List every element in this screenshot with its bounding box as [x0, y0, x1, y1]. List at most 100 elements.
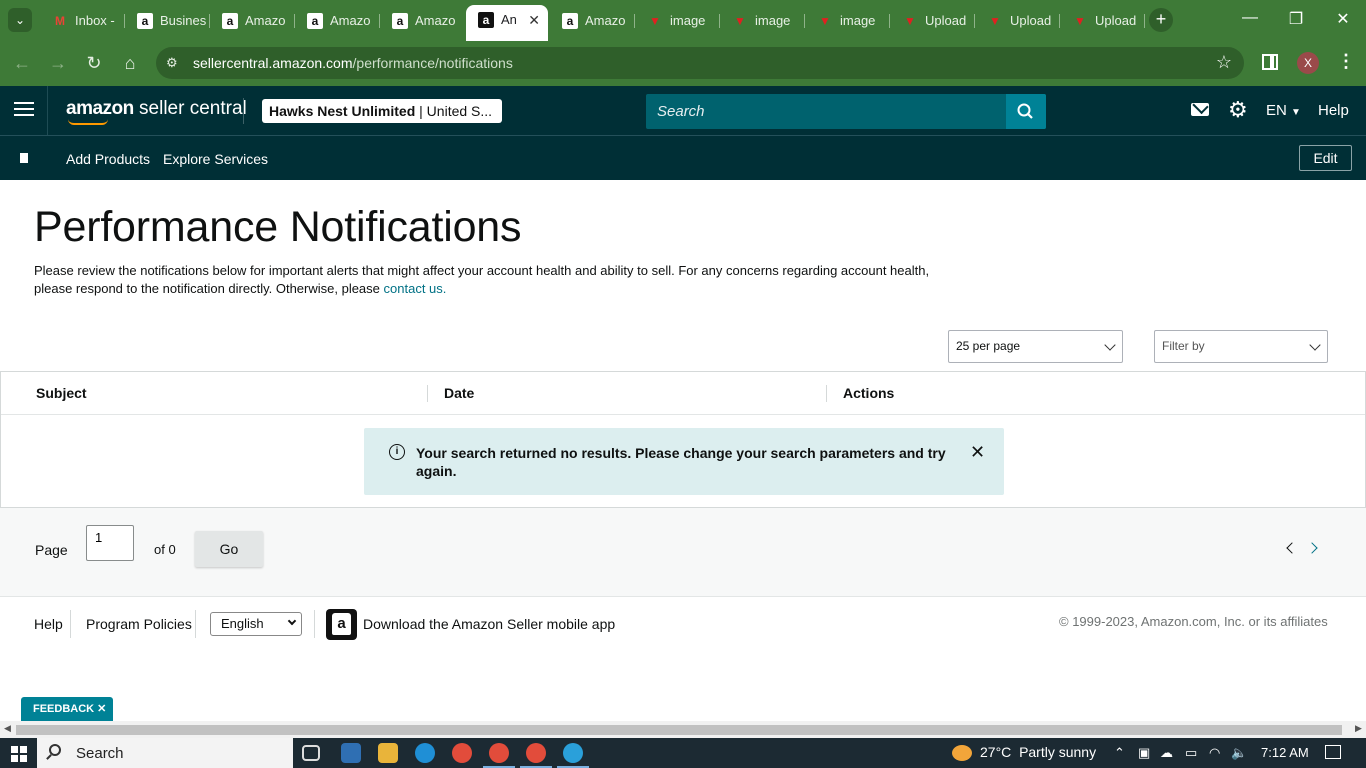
- tab-amazon[interactable]: a Amazo: [295, 6, 380, 35]
- chrome-icon[interactable]: [452, 743, 472, 763]
- mail-icon[interactable]: [1191, 103, 1209, 116]
- caret-down-icon: ▼: [1291, 107, 1301, 118]
- chrome-icon[interactable]: [520, 743, 552, 768]
- tab-upload[interactable]: ▼ image: [635, 6, 720, 35]
- horizontal-scrollbar[interactable]: ◀ ▶: [0, 721, 1366, 738]
- side-panel-icon[interactable]: [1262, 54, 1278, 70]
- browser-menu-icon[interactable]: ⋮: [1337, 51, 1355, 72]
- tab-upload[interactable]: ▼ Upload: [1060, 6, 1145, 35]
- hamburger-menu-icon[interactable]: [14, 102, 34, 118]
- weather-widget[interactable]: 27°C Partly sunny: [952, 744, 1096, 762]
- close-alert-icon[interactable]: ✕: [970, 442, 985, 463]
- download-app-link[interactable]: Download the Amazon Seller mobile app: [363, 616, 615, 632]
- bookmark-icon[interactable]: [20, 153, 28, 166]
- windows-start-icon[interactable]: [11, 746, 27, 762]
- tab-amazon[interactable]: a Busines: [125, 6, 210, 35]
- profile-avatar[interactable]: X: [1297, 52, 1319, 74]
- chevron-down-icon: [287, 616, 297, 626]
- close-window-icon[interactable]: ✕: [1331, 9, 1355, 29]
- taskbar-search[interactable]: Search: [37, 738, 293, 768]
- notification-icon[interactable]: [1325, 745, 1341, 759]
- chrome-icon[interactable]: [483, 743, 515, 768]
- upload-icon: ▼: [989, 14, 1001, 28]
- reload-icon[interactable]: ↻: [82, 51, 106, 75]
- store-selector[interactable]: Hawks Nest Unlimited | United S...: [262, 99, 502, 123]
- file-explorer-icon[interactable]: [378, 743, 398, 763]
- tab-label: Upload: [1095, 13, 1137, 28]
- tab-upload[interactable]: ▼ image: [720, 6, 805, 35]
- upload-icon: ▼: [904, 14, 916, 28]
- language-selector[interactable]: EN ▼: [1266, 102, 1301, 119]
- microsoft-store-icon[interactable]: [341, 743, 361, 763]
- new-tab-button[interactable]: +: [1149, 8, 1173, 32]
- telegram-icon[interactable]: [557, 743, 589, 768]
- tab-upload[interactable]: ▼ Upload: [975, 6, 1060, 35]
- header-help-link[interactable]: Help: [1318, 102, 1349, 119]
- search-button[interactable]: [1006, 94, 1046, 129]
- home-icon[interactable]: ⌂: [118, 51, 142, 75]
- amazon-icon: a: [478, 12, 494, 28]
- upload-icon: ▼: [649, 14, 661, 28]
- back-icon[interactable]: ←: [10, 51, 34, 75]
- scrollbar-thumb[interactable]: [16, 725, 1342, 735]
- next-page-icon[interactable]: [1306, 542, 1318, 554]
- meet-now-icon[interactable]: ▣: [1138, 745, 1150, 761]
- battery-icon[interactable]: ▭: [1185, 745, 1197, 761]
- wifi-icon[interactable]: ◠: [1209, 745, 1220, 761]
- scroll-right-icon[interactable]: ▶: [1355, 723, 1362, 734]
- tab-label: Busines: [160, 13, 207, 28]
- nav-add-products[interactable]: Add Products: [66, 151, 150, 167]
- onedrive-icon[interactable]: ☁: [1160, 745, 1173, 761]
- sub-navigation: Add Products Explore Services Edit: [0, 135, 1366, 180]
- footer-help-link[interactable]: Help: [34, 616, 63, 632]
- volume-icon[interactable]: 🔈: [1231, 745, 1247, 761]
- page-number-input[interactable]: [86, 525, 134, 561]
- address-bar-row: ← → ↻ ⌂ ⚙ sellercentral.amazon.com/perfo…: [0, 41, 1366, 86]
- gear-icon[interactable]: ⚙: [1228, 99, 1248, 121]
- task-view-icon[interactable]: [302, 745, 320, 761]
- restore-icon[interactable]: ❐: [1284, 9, 1308, 29]
- site-info-icon[interactable]: ⚙: [166, 55, 178, 71]
- filter-select[interactable]: Filter by: [1154, 330, 1328, 363]
- edit-nav-button[interactable]: Edit: [1299, 145, 1352, 171]
- tab-label: Amazo: [330, 13, 371, 28]
- tab-amazon[interactable]: a Amazo: [380, 6, 465, 35]
- close-tab-icon[interactable]: ✕: [528, 5, 540, 35]
- copyright: © 1999-2023, Amazon.com, Inc. or its aff…: [1059, 614, 1328, 629]
- column-date[interactable]: Date: [444, 385, 474, 401]
- search-input[interactable]: [646, 94, 1006, 129]
- go-button[interactable]: Go: [195, 531, 263, 567]
- tab-amazon[interactable]: a Amazo: [550, 6, 635, 35]
- footer-language-select[interactable]: English: [210, 612, 302, 636]
- tab-gmail[interactable]: M Inbox -: [40, 6, 125, 35]
- minimize-icon[interactable]: —: [1238, 9, 1262, 27]
- amazon-icon: a: [137, 13, 153, 29]
- bookmark-star-icon[interactable]: ☆: [1216, 52, 1232, 73]
- clock[interactable]: 7:12 AM: [1261, 745, 1309, 760]
- feedback-button[interactable]: FEEDBACK ✕: [21, 697, 113, 721]
- tab-label: An: [501, 12, 517, 27]
- program-policies-link[interactable]: Program Policies: [86, 616, 192, 632]
- tab-upload[interactable]: ▼ Upload: [890, 6, 975, 35]
- per-page-select[interactable]: 25 per page: [948, 330, 1123, 363]
- previous-page-icon[interactable]: [1286, 542, 1298, 554]
- amazon-seller-app-icon[interactable]: [326, 609, 357, 640]
- page-count: of 0: [154, 542, 176, 557]
- contact-us-link[interactable]: contact us.: [384, 281, 447, 296]
- search-icon: [1017, 103, 1033, 119]
- tab-search-button[interactable]: ⌄: [8, 8, 32, 32]
- edge-icon[interactable]: [415, 743, 435, 763]
- scroll-left-icon[interactable]: ◀: [4, 723, 11, 734]
- forward-icon[interactable]: →: [46, 51, 70, 75]
- nav-explore-services[interactable]: Explore Services: [163, 151, 268, 167]
- gmail-icon: M: [55, 14, 65, 28]
- column-subject[interactable]: Subject: [36, 385, 87, 401]
- tab-upload[interactable]: ▼ image: [805, 6, 890, 35]
- show-hidden-icons[interactable]: ⌃: [1114, 745, 1125, 761]
- amazon-icon: a: [307, 13, 323, 29]
- url-bar[interactable]: ⚙ sellercentral.amazon.com/performance/n…: [156, 47, 1244, 79]
- tab-active[interactable]: a An ✕: [466, 5, 548, 41]
- tab-amazon[interactable]: a Amazo: [210, 6, 295, 35]
- seller-central-logo[interactable]: amazon seller central: [66, 98, 247, 125]
- chevron-down-icon: [1104, 339, 1116, 351]
